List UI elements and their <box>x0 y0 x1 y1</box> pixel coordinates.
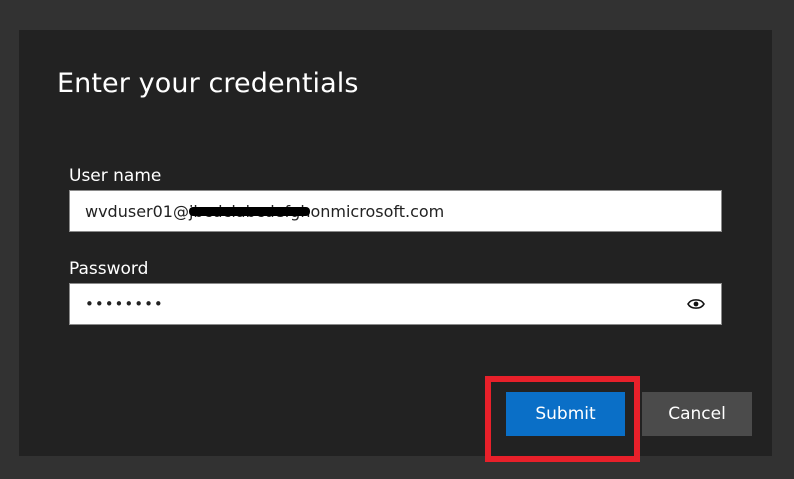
password-value: •••••••• <box>85 295 164 313</box>
redaction-mark <box>188 207 311 216</box>
username-redacted-part: jbcdclabcdefgh <box>188 202 311 221</box>
eye-icon[interactable] <box>685 293 707 315</box>
cancel-button[interactable]: Cancel <box>642 392 752 436</box>
username-value-suffix: onmicrosoft.com <box>310 201 445 221</box>
password-field[interactable]: •••••••• <box>69 283 722 325</box>
credentials-dialog: Enter your credentials User name wvduser… <box>19 30 772 456</box>
username-value-prefix: wvduser01@ <box>85 201 189 221</box>
username-field[interactable]: wvduser01@jbcdclabcdefghonmicrosoft.com <box>69 190 722 232</box>
submit-button[interactable]: Submit <box>506 392 625 436</box>
dialog-title: Enter your credentials <box>57 68 359 99</box>
username-label: User name <box>69 166 162 186</box>
password-label: Password <box>69 259 149 279</box>
